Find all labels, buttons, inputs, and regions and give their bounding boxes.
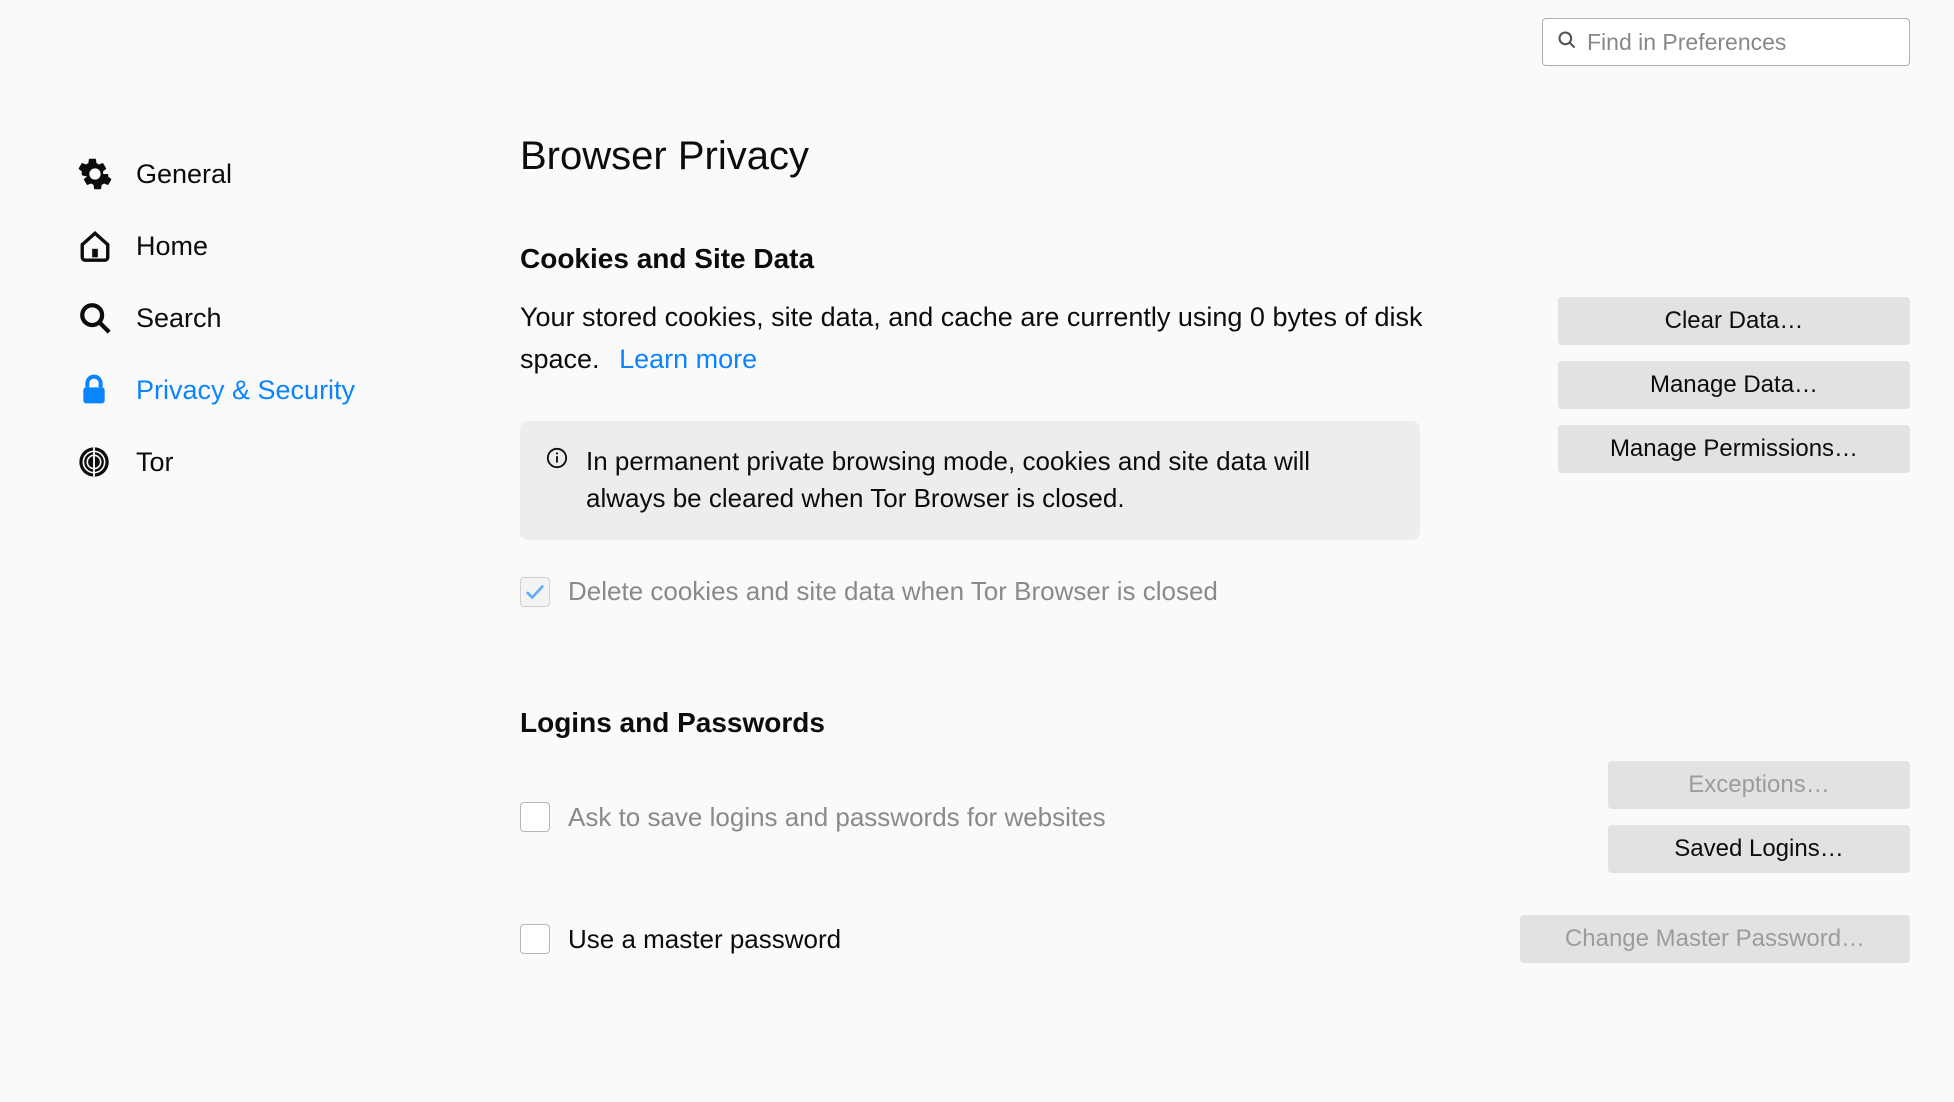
exceptions-button: Exceptions… bbox=[1608, 761, 1910, 809]
cookies-section: Cookies and Site Data Your stored cookie… bbox=[520, 243, 1910, 607]
sidebar-item-privacy-security[interactable]: Privacy & Security bbox=[78, 354, 390, 426]
logins-heading: Logins and Passwords bbox=[520, 707, 1910, 739]
sidebar-item-tor[interactable]: Tor bbox=[78, 426, 390, 498]
search-input[interactable] bbox=[1587, 29, 1895, 56]
sidebar-item-label: General bbox=[136, 159, 232, 190]
gear-icon bbox=[78, 157, 122, 191]
delete-cookies-checkbox bbox=[520, 577, 550, 607]
lock-icon bbox=[78, 374, 122, 406]
change-master-password-button: Change Master Password… bbox=[1520, 915, 1910, 963]
ask-save-checkbox[interactable] bbox=[520, 802, 550, 832]
master-password-checkbox[interactable] bbox=[520, 924, 550, 954]
delete-cookies-label: Delete cookies and site data when Tor Br… bbox=[568, 576, 1218, 607]
sidebar-item-label: Home bbox=[136, 231, 208, 262]
ask-save-label: Ask to save logins and passwords for web… bbox=[568, 802, 1106, 833]
search-icon bbox=[1557, 30, 1577, 55]
page-title: Browser Privacy bbox=[520, 134, 1910, 179]
logins-section: Logins and Passwords Ask to save logins … bbox=[520, 707, 1910, 963]
cookies-heading: Cookies and Site Data bbox=[520, 243, 1910, 275]
tor-icon bbox=[78, 446, 122, 478]
clear-data-button[interactable]: Clear Data… bbox=[1558, 297, 1910, 345]
saved-logins-button[interactable]: Saved Logins… bbox=[1608, 825, 1910, 873]
sidebar-item-home[interactable]: Home bbox=[78, 210, 390, 282]
delete-cookies-row: Delete cookies and site data when Tor Br… bbox=[520, 576, 1460, 607]
master-password-label: Use a master password bbox=[568, 924, 841, 955]
home-icon bbox=[78, 229, 122, 263]
sidebar: General Home Search bbox=[0, 0, 390, 1102]
sidebar-item-label: Search bbox=[136, 303, 222, 334]
info-text: In permanent private browsing mode, cook… bbox=[586, 443, 1394, 518]
learn-more-link[interactable]: Learn more bbox=[619, 344, 757, 374]
sidebar-item-general[interactable]: General bbox=[78, 138, 390, 210]
manage-permissions-button[interactable]: Manage Permissions… bbox=[1558, 425, 1910, 473]
info-icon bbox=[546, 447, 568, 474]
manage-data-button[interactable]: Manage Data… bbox=[1558, 361, 1910, 409]
sidebar-item-label: Tor bbox=[136, 447, 174, 478]
search-icon bbox=[78, 301, 122, 335]
sidebar-item-search[interactable]: Search bbox=[78, 282, 390, 354]
info-box: In permanent private browsing mode, cook… bbox=[520, 421, 1420, 540]
cookies-description: Your stored cookies, site data, and cach… bbox=[520, 297, 1460, 381]
search-bar[interactable] bbox=[1542, 18, 1910, 66]
main-content: Browser Privacy Cookies and Site Data Yo… bbox=[390, 0, 1954, 1102]
sidebar-item-label: Privacy & Security bbox=[136, 375, 355, 406]
